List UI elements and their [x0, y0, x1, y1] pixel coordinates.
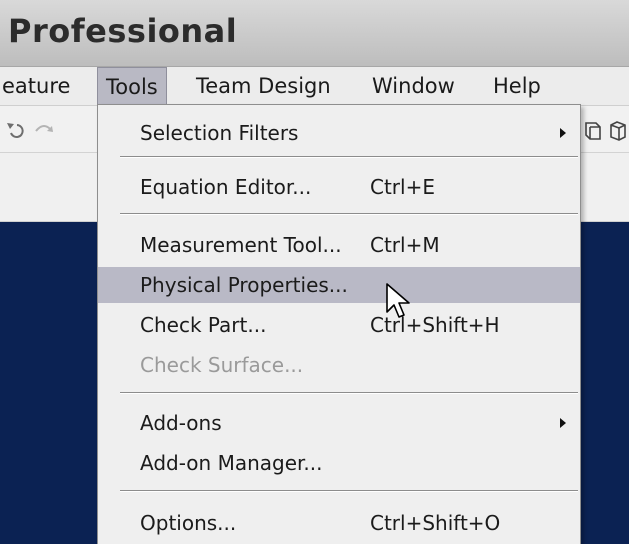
menu-item-label: Options...: [140, 511, 237, 535]
menu-item-label: Physical Properties...: [140, 273, 348, 297]
menu-help[interactable]: Help: [485, 67, 549, 105]
menu-item-check-surface: Check Surface...: [98, 347, 580, 383]
menu-item-physical-properties[interactable]: Physical Properties...: [98, 267, 580, 303]
view-box-icon[interactable]: [606, 119, 629, 143]
view-cube-icon[interactable]: [581, 119, 605, 143]
menu-bar: eature Tools Team Design Window Help: [0, 67, 629, 106]
menu-item-label: Selection Filters: [140, 121, 299, 145]
menu-item-measurement-tool[interactable]: Measurement Tool... Ctrl+M: [98, 227, 580, 263]
menu-item-shortcut: Ctrl+Shift+O: [370, 511, 501, 535]
menu-separator: [120, 392, 578, 394]
menu-tools[interactable]: Tools: [97, 67, 167, 105]
mouse-pointer-icon: [386, 283, 410, 318]
undo-icon[interactable]: [2, 119, 26, 143]
menu-feature[interactable]: eature: [0, 67, 78, 105]
menu-item-label: Add-on Manager...: [140, 451, 323, 475]
menu-item-label: Equation Editor...: [140, 175, 312, 199]
menu-window[interactable]: Window: [364, 67, 463, 105]
tools-menu: Selection Filters Equation Editor... Ctr…: [97, 104, 581, 544]
menu-item-add-on-manager[interactable]: Add-on Manager...: [98, 445, 580, 481]
menu-item-shortcut: Ctrl+E: [370, 175, 435, 199]
redo-icon[interactable]: [32, 119, 56, 143]
menu-separator: [120, 490, 578, 492]
menu-item-label: Add-ons: [140, 411, 222, 435]
menu-item-label: Check Surface...: [140, 353, 304, 377]
menu-item-label: Measurement Tool...: [140, 233, 342, 257]
window-title: Professional: [8, 12, 238, 50]
title-bar: Professional: [0, 0, 629, 67]
menu-separator: [120, 156, 578, 158]
menu-item-options[interactable]: Options... Ctrl+Shift+O: [98, 505, 580, 541]
app-window: Professional eature Tools Team Design Wi…: [0, 0, 629, 544]
menu-item-equation-editor[interactable]: Equation Editor... Ctrl+E: [98, 169, 580, 205]
menu-item-selection-filters[interactable]: Selection Filters: [98, 115, 580, 151]
submenu-arrow-icon: [560, 418, 566, 428]
menu-item-shortcut: Ctrl+M: [370, 233, 440, 257]
menu-separator: [120, 213, 578, 215]
submenu-arrow-icon: [560, 128, 566, 138]
menu-item-add-ons[interactable]: Add-ons: [98, 405, 580, 441]
menu-item-label: Check Part...: [140, 313, 267, 337]
menu-team-design[interactable]: Team Design: [188, 67, 339, 105]
menu-item-check-part[interactable]: Check Part... Ctrl+Shift+H: [98, 307, 580, 343]
